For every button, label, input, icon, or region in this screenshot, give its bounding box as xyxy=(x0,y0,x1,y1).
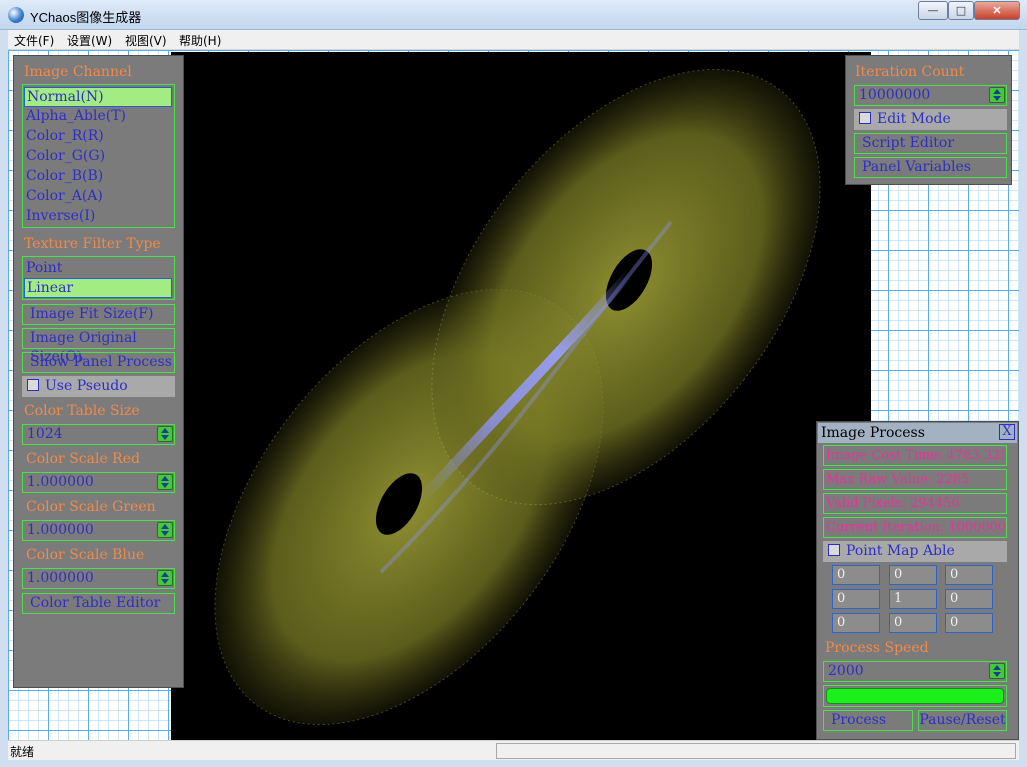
checkbox-icon xyxy=(859,112,871,124)
script-editor-button[interactable]: Script Editor xyxy=(854,133,1007,154)
window-title: YChaos图像生成器 xyxy=(30,10,142,25)
matrix-cell[interactable]: 0 xyxy=(945,565,993,585)
status-bar: 就绪 xyxy=(8,740,1019,760)
left-control-panel: Image Channel Normal(N) Alpha_Able(T) Co… xyxy=(13,55,184,688)
checkbox-icon xyxy=(828,544,840,556)
channel-inverse[interactable]: Inverse(I) xyxy=(24,207,172,227)
channel-color-b[interactable]: Color_B(B) xyxy=(24,167,172,187)
color-scale-red-label: Color Scale Red xyxy=(26,451,140,467)
channel-normal[interactable]: Normal(N) xyxy=(24,87,172,107)
image-process-panel: Image Process X Image Cost Time: 4783.32… xyxy=(816,421,1019,740)
process-progress-bar xyxy=(823,685,1007,707)
image-fit-size-button[interactable]: Image Fit Size(F) xyxy=(22,304,175,325)
maximize-icon: □ xyxy=(955,4,967,17)
image-original-size-button[interactable]: Image Original Size(O) xyxy=(22,328,175,365)
matrix-cell[interactable]: 0 xyxy=(945,589,993,609)
use-pseudo-label: Use Pseudo xyxy=(45,378,128,394)
spinner-arrows-icon[interactable] xyxy=(157,474,173,490)
iteration-panel: Iteration Count 10000000 Edit Mode Scrip… xyxy=(845,55,1012,185)
spinner-arrows-icon[interactable] xyxy=(989,663,1005,679)
color-scale-blue-label: Color Scale Blue xyxy=(26,547,145,563)
process-panel-close-icon[interactable]: X xyxy=(999,424,1015,440)
process-speed-label: Process Speed xyxy=(825,640,929,656)
status-pane xyxy=(496,743,1016,759)
process-button[interactable]: Process xyxy=(823,710,913,731)
valid-pixels: Valid Pixels: 294456 xyxy=(823,493,1007,514)
channel-color-a[interactable]: Color_A(A) xyxy=(24,187,172,207)
current-iteration: Current Iteration: 10000000 xyxy=(823,517,1007,538)
matrix-cell[interactable]: 0 xyxy=(945,613,993,633)
matrix-cell[interactable]: 0 xyxy=(832,589,880,609)
status-text: 就绪 xyxy=(10,745,35,759)
texture-filter-list: Point Linear xyxy=(22,256,175,300)
process-speed-spinner[interactable]: 2000 xyxy=(823,661,1007,682)
color-table-size-spinner[interactable]: 1024 xyxy=(22,424,175,445)
app-globe-icon xyxy=(8,7,24,23)
menu-settings[interactable]: 设置(W) xyxy=(67,32,112,49)
iteration-count-spinner[interactable]: 10000000 xyxy=(854,85,1007,106)
image-channel-list: Normal(N) Alpha_Able(T) Color_R(R) Color… xyxy=(22,84,175,228)
color-scale-red-value: 1.000000 xyxy=(27,474,94,490)
color-scale-green-spinner[interactable]: 1.000000 xyxy=(22,520,175,541)
menu-view[interactable]: 视图(V) xyxy=(125,32,167,49)
spinner-arrows-icon[interactable] xyxy=(157,570,173,586)
process-panel-title: Image Process xyxy=(821,425,925,441)
close-button[interactable]: ✕ xyxy=(974,1,1020,20)
color-table-size-value: 1024 xyxy=(27,426,63,442)
process-panel-header: Image Process X xyxy=(818,423,1017,443)
menu-bar: 文件(F) 设置(W) 视图(V) 帮助(H) xyxy=(8,30,1019,50)
menu-file[interactable]: 文件(F) xyxy=(14,32,54,49)
checkbox-icon xyxy=(27,379,39,391)
iteration-count-value: 10000000 xyxy=(859,87,931,103)
maximize-button[interactable]: □ xyxy=(948,1,974,20)
spinner-arrows-icon[interactable] xyxy=(989,87,1005,103)
panel-variables-button[interactable]: Panel Variables xyxy=(854,157,1007,178)
menu-help[interactable]: 帮助(H) xyxy=(179,32,221,49)
process-speed-value: 2000 xyxy=(828,663,864,679)
spinner-arrows-icon[interactable] xyxy=(157,426,173,442)
channel-alpha-able[interactable]: Alpha_Able(T) xyxy=(24,107,172,127)
minimize-icon: — xyxy=(927,4,939,17)
max-raw-value: Max Raw Value: 2285 xyxy=(823,469,1007,490)
color-scale-green-value: 1.000000 xyxy=(27,522,94,538)
matrix-cell[interactable]: 0 xyxy=(889,565,937,585)
image-cost-time: Image Cost Time: 4783.329 xyxy=(823,445,1007,466)
color-table-editor-button[interactable]: Color Table Editor xyxy=(22,593,175,614)
image-channel-label: Image Channel xyxy=(24,64,132,80)
client-area: Image Channel Normal(N) Alpha_Able(T) Co… xyxy=(8,50,1019,740)
spinner-arrows-icon[interactable] xyxy=(157,522,173,538)
use-pseudo-checkbox[interactable]: Use Pseudo xyxy=(22,376,175,397)
matrix-cell[interactable]: 0 xyxy=(832,613,880,633)
color-scale-blue-value: 1.000000 xyxy=(27,570,94,586)
title-bar: YChaos图像生成器 — □ ✕ xyxy=(0,0,1027,30)
iteration-count-label: Iteration Count xyxy=(855,64,965,80)
point-map-able-checkbox[interactable]: Point Map Able xyxy=(823,541,1007,562)
filter-point[interactable]: Point xyxy=(24,259,172,279)
channel-color-g[interactable]: Color_G(G) xyxy=(24,147,172,167)
pause-reset-button[interactable]: Pause/Reset xyxy=(918,710,1007,731)
color-scale-red-spinner[interactable]: 1.000000 xyxy=(22,472,175,493)
edit-mode-label: Edit Mode xyxy=(877,111,951,127)
texture-filter-label: Texture Filter Type xyxy=(24,236,161,252)
minimize-button[interactable]: — xyxy=(918,1,948,20)
show-panel-process-button[interactable]: Show Panel Process xyxy=(22,352,175,373)
progress-fill xyxy=(826,688,1004,704)
close-icon: ✕ xyxy=(992,4,1002,17)
matrix-cell[interactable]: 1 xyxy=(889,589,937,609)
point-map-able-label: Point Map Able xyxy=(846,543,955,559)
filter-linear[interactable]: Linear xyxy=(24,278,172,298)
render-canvas[interactable] xyxy=(171,52,871,740)
color-scale-green-label: Color Scale Green xyxy=(26,499,156,515)
channel-color-r[interactable]: Color_R(R) xyxy=(24,127,172,147)
edit-mode-checkbox[interactable]: Edit Mode xyxy=(854,109,1007,130)
color-scale-blue-spinner[interactable]: 1.000000 xyxy=(22,568,175,589)
matrix-cell[interactable]: 0 xyxy=(889,613,937,633)
attractor-image xyxy=(214,68,821,726)
matrix-cell[interactable]: 0 xyxy=(832,565,880,585)
color-table-size-label: Color Table Size xyxy=(24,403,140,419)
